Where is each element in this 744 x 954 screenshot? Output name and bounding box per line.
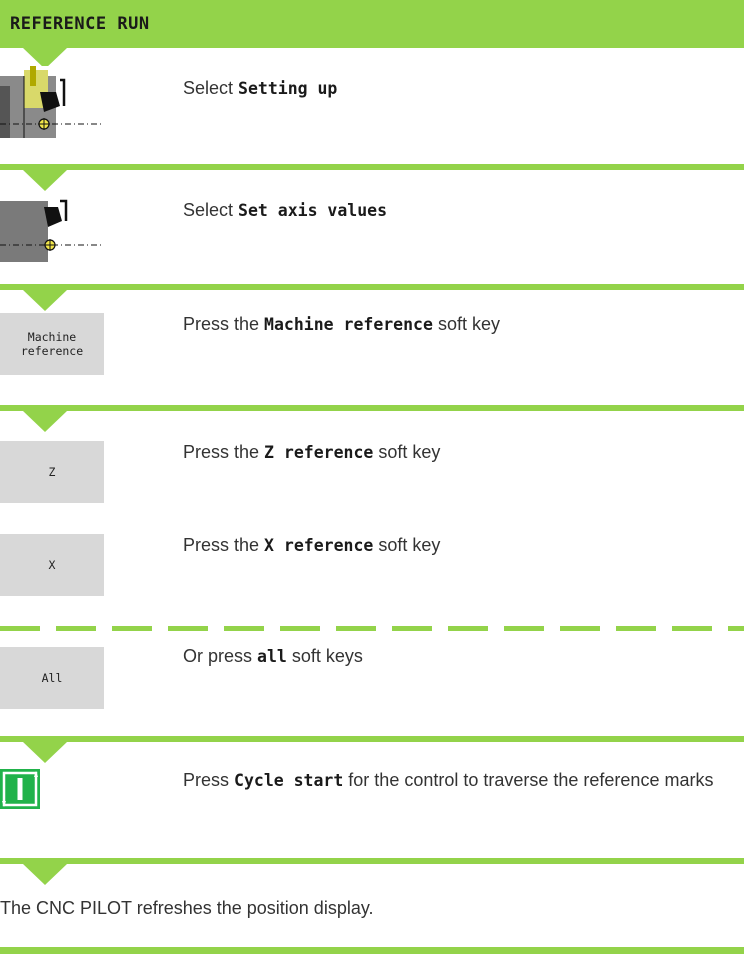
step-divider — [0, 858, 744, 864]
cycle-start-icon[interactable] — [0, 769, 40, 809]
x-reference-label: X reference — [264, 536, 374, 555]
cycle-start-label: Cycle start — [234, 771, 344, 790]
step-arrow — [23, 742, 67, 763]
setting-up-label: Setting up — [238, 79, 338, 98]
z-reference-label: Z reference — [264, 443, 374, 462]
machine-reference-label: Machine reference — [264, 315, 433, 334]
section-header: REFERENCE RUN — [0, 0, 744, 48]
step-arrow — [23, 170, 67, 191]
step-divider — [0, 284, 744, 290]
step-machine-reference: Press the Machine reference soft key — [183, 314, 500, 334]
set-axis-values-label: Set axis values — [238, 201, 388, 220]
alternative-divider — [0, 626, 744, 631]
step-arrow — [23, 290, 67, 311]
section-end-bar — [0, 947, 744, 954]
step-arrow — [23, 411, 67, 432]
step-all-reference: Or press all soft keys — [183, 646, 363, 666]
section-title: REFERENCE RUN — [10, 14, 150, 34]
set-axis-values-icon — [0, 197, 104, 262]
step-divider — [0, 164, 744, 170]
step-select-set-axis-values: Select Set axis values — [183, 200, 388, 220]
step-x-reference: Press the X reference soft key — [183, 535, 441, 555]
result-note: The CNC PILOT refreshes the position dis… — [0, 898, 374, 918]
step-divider — [0, 405, 744, 411]
step-cycle-start: Press Cycle start for the control to tra… — [183, 770, 714, 790]
all-label: all — [257, 647, 287, 666]
z-reference-softkey[interactable]: Z — [0, 441, 104, 503]
all-reference-softkey[interactable]: All — [0, 647, 104, 709]
step-select-setting-up: Select Setting up — [183, 78, 338, 98]
step-arrow — [23, 864, 67, 885]
setting-up-icon — [0, 66, 104, 138]
x-reference-softkey[interactable]: X — [0, 534, 104, 596]
step-z-reference: Press the Z reference soft key — [183, 442, 441, 462]
machine-reference-softkey[interactable]: Machine reference — [0, 313, 104, 375]
step-divider — [0, 736, 744, 742]
